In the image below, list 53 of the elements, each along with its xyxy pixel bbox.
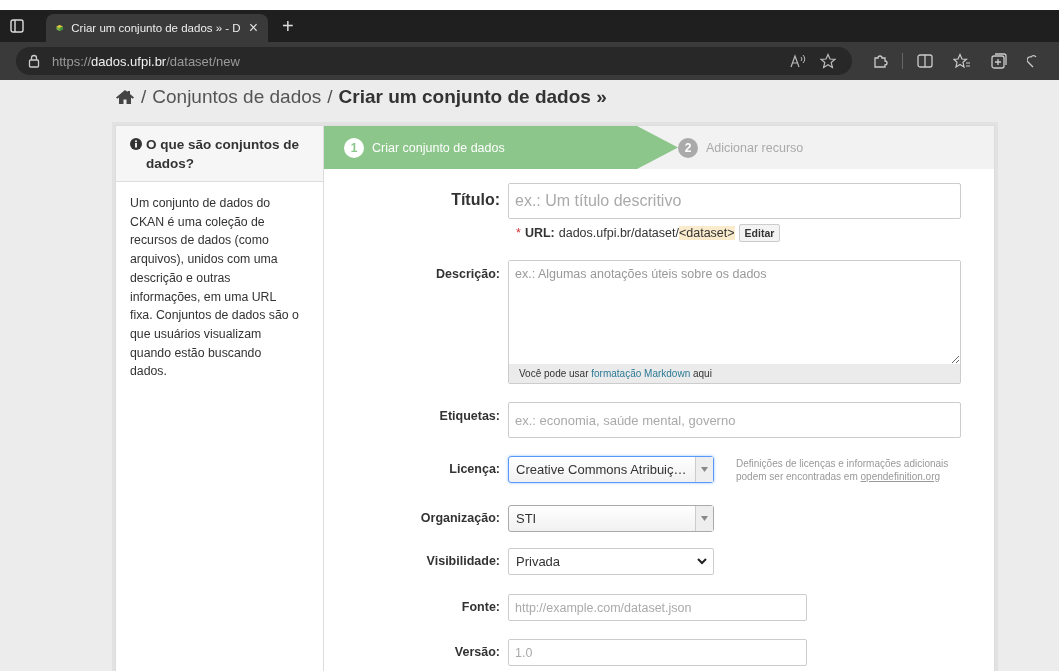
home-icon[interactable] xyxy=(115,89,135,105)
dropdown[interactable]: STI xyxy=(508,505,714,532)
description-field[interactable]: ex.: Algumas anotações úteis sobre os dados Você pode usar formatação Markdown aqui xyxy=(508,260,961,384)
breadcrumb-separator: / xyxy=(141,86,147,108)
field-label: Visibilidade: xyxy=(425,553,501,570)
puzzle-icon[interactable] xyxy=(872,53,888,69)
address-text: https://dados.ufpi.br/dataset/new xyxy=(52,53,240,69)
markdown-link[interactable]: formatação Markdown xyxy=(591,368,691,379)
markdown-hint: Você pode usar formatação Markdown aqui xyxy=(509,364,960,383)
url-prefix: dados.ufpi.br/dataset/ xyxy=(558,226,679,240)
browser-tab[interactable]: Criar um conjunto de dados » - D × xyxy=(46,14,268,42)
breadcrumb-link[interactable]: Conjuntos de dados xyxy=(152,86,322,108)
star-icon[interactable] xyxy=(820,53,836,69)
stage-step: 1 Criar conjunto de dados xyxy=(324,126,678,169)
field-label: Fonte: xyxy=(460,599,501,616)
visibility-select[interactable]: Privada xyxy=(508,548,714,575)
split-screen-icon[interactable] xyxy=(917,54,933,68)
edit-button[interactable]: Editar xyxy=(738,224,781,242)
lock-icon xyxy=(28,54,40,68)
close-tab-button[interactable]: × xyxy=(248,20,258,36)
field-label: Etiquetas: xyxy=(438,408,501,425)
title-input[interactable]: ex.: Um título descritivo xyxy=(508,183,961,219)
field-label: Título: xyxy=(450,190,501,210)
field-label: Versão: xyxy=(453,644,501,661)
field-label: Licença: xyxy=(448,461,501,478)
favorites-icon[interactable] xyxy=(953,53,971,69)
caret-icon xyxy=(701,467,708,472)
caret-icon xyxy=(701,516,708,521)
license-help-text: Definições de licenças e informações adicionais podem ser encontradas em opendefinition.org xyxy=(736,457,950,483)
text-input[interactable]: 1.0 xyxy=(508,639,807,666)
dropdown[interactable]: Creative Commons Atribuiç… xyxy=(508,456,714,483)
field-label: Organização: xyxy=(419,510,501,527)
read-aloud-icon[interactable] xyxy=(790,54,808,68)
stage-step: 2 Adicionar recurso xyxy=(678,126,804,169)
new-tab-button[interactable]: + xyxy=(282,16,294,36)
url-slug: <dataset> xyxy=(678,226,735,240)
step-number: 1 xyxy=(344,137,364,158)
tags-input[interactable]: ex.: economia, saúde mental, governo xyxy=(508,402,961,438)
required-mark: * xyxy=(516,226,521,240)
sidebar-toggle-icon[interactable] xyxy=(10,19,24,33)
collections-icon[interactable] xyxy=(991,53,1007,69)
field-label: Descrição: xyxy=(435,266,501,283)
chevron-icon xyxy=(697,558,707,565)
address-bar[interactable]: https://dados.ufpi.br/dataset/new xyxy=(16,47,852,75)
breadcrumb-separator: / xyxy=(327,86,333,108)
sidebar-heading: O que são conjuntos de dados? xyxy=(146,136,300,173)
text-input[interactable]: http://example.com/dataset.json xyxy=(508,594,807,621)
tab-title: Criar um conjunto de dados » - D xyxy=(71,22,241,34)
sidebar-text: Um conjunto de dados do CKAN é uma coleção de recursos de dados (como arquivos), unidos com uma descrição e outras informações, em uma URL fixa. Conjuntos de dados são o que usuários visualizam quando estão buscando dados. xyxy=(129,195,300,381)
url-label: URL: xyxy=(524,226,555,240)
breadcrumb-current: Criar um conjunto de dados » xyxy=(338,86,607,108)
info-icon xyxy=(130,138,142,150)
step-number: 2 xyxy=(678,137,698,158)
